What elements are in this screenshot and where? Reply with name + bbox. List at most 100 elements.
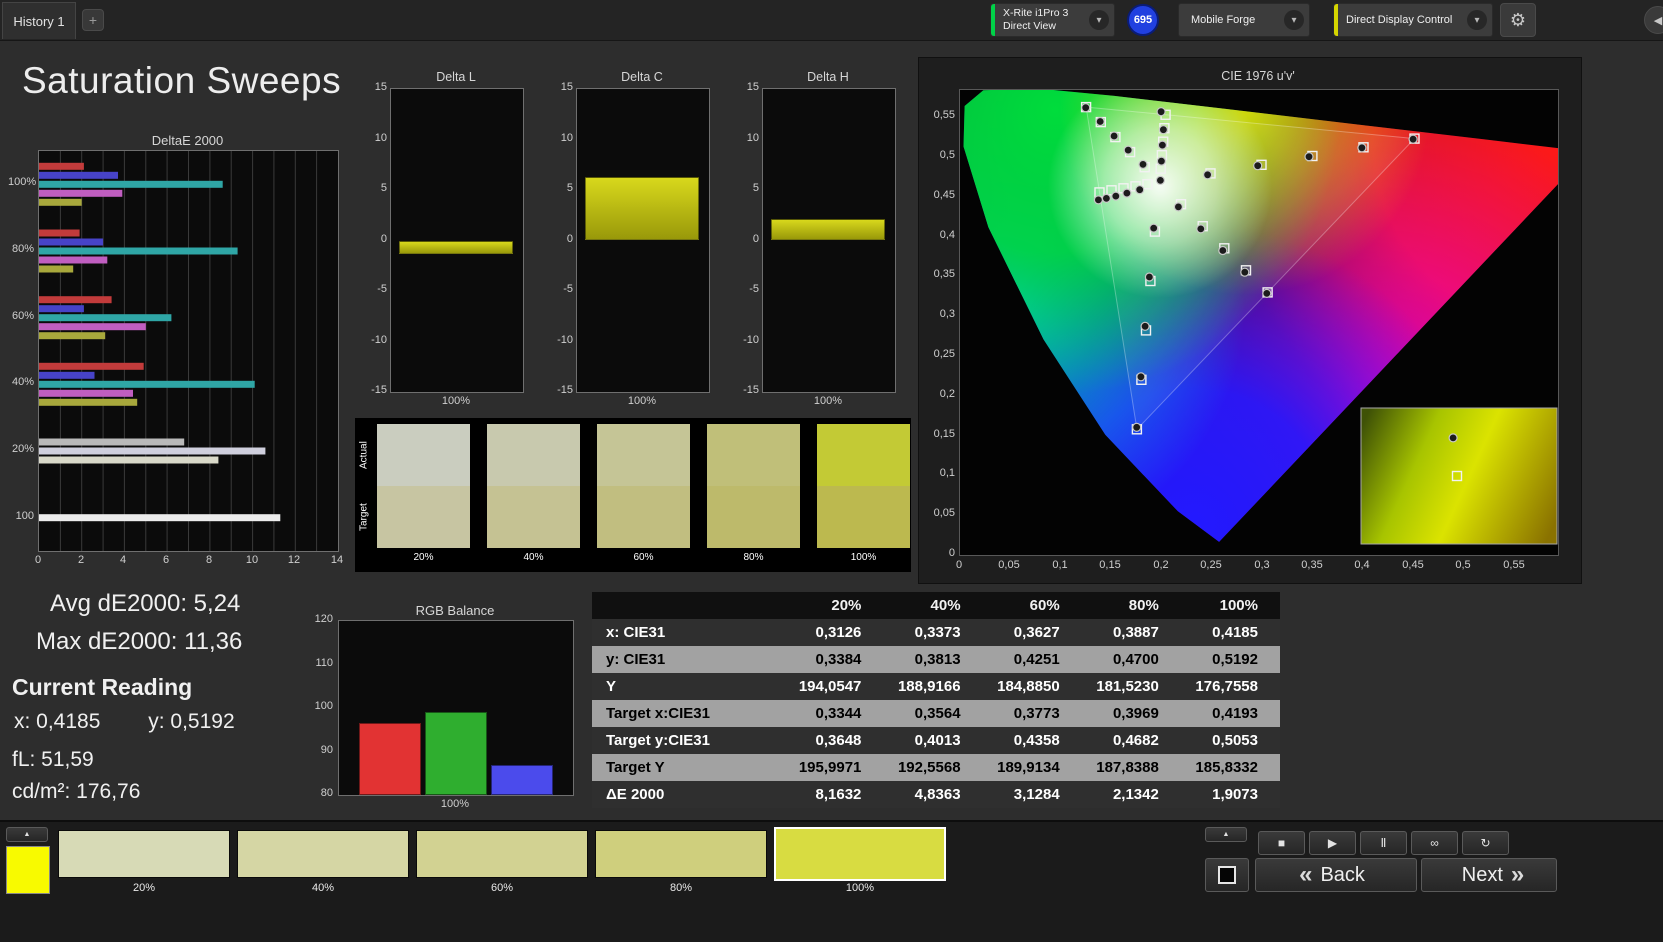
measured-marker <box>1135 185 1145 195</box>
axis-tick-label: 100% <box>627 395 657 407</box>
continuous-button[interactable]: ∞ <box>1411 831 1458 855</box>
play-button[interactable]: ▶ <box>1309 831 1356 855</box>
table-cell: 0,3384 <box>815 651 862 668</box>
saturation-swatch-100%[interactable] <box>774 827 946 881</box>
next-button[interactable]: Next » <box>1421 858 1557 892</box>
pause-button[interactable]: Ⅱ <box>1360 831 1407 855</box>
saturation-swatch-20%[interactable] <box>58 830 230 878</box>
measured-marker <box>1109 131 1119 141</box>
source-dropdown[interactable]: Mobile Forge ▾ <box>1178 3 1310 37</box>
loop-button[interactable]: ↻ <box>1462 831 1509 855</box>
tab-history-1[interactable]: History 1 <box>2 2 76 39</box>
measured-marker <box>1111 191 1121 201</box>
back-button[interactable]: « Back <box>1255 858 1417 892</box>
cie-zoom-inset <box>1360 407 1558 545</box>
axis-tick-label: 60% <box>11 310 34 322</box>
delta-bar <box>585 176 699 241</box>
table-cell: 194,0547 <box>798 678 862 695</box>
measured-marker <box>1304 152 1314 162</box>
meter-label: X-Rite i1Pro 3 Direct View <box>1003 7 1068 33</box>
axis-tick-label: 0 <box>566 233 573 245</box>
de-bar <box>39 323 146 331</box>
table-cell: 0,3373 <box>914 624 961 641</box>
saturation-swatch-80%[interactable] <box>595 830 767 878</box>
chevron-down-icon[interactable]: ▾ <box>1089 10 1109 30</box>
axis-tick-label: 0,05 <box>998 559 1020 571</box>
chevron-down-icon[interactable]: ▾ <box>1467 10 1487 30</box>
axis-tick-label: -10 <box>557 334 573 346</box>
collapse-panel-button[interactable]: ◀ <box>1644 6 1663 34</box>
tab-history-1-label: History 1 <box>13 13 65 29</box>
table-cell: 0,3627 <box>1013 624 1060 641</box>
meter-line2: Direct View <box>1003 20 1056 32</box>
table-cell: 0,5053 <box>1212 732 1258 749</box>
arrow-up-icon: ▲ <box>23 831 31 838</box>
axis-tick-label: 0,45 <box>933 189 955 201</box>
axis-tick-label: 0,15 <box>933 428 955 440</box>
current-reading-label: Current Reading <box>12 674 193 700</box>
stop-icon: ■ <box>1277 836 1286 850</box>
saturation-swatch-40%[interactable] <box>237 830 409 878</box>
table-cell: 0,4700 <box>1112 651 1159 668</box>
target-swatch <box>597 486 690 548</box>
green-bar <box>425 712 487 795</box>
table-cell: 0,3887 <box>1112 624 1159 641</box>
table-cell: 1,9073 <box>1212 786 1258 803</box>
measured-marker <box>1156 156 1166 166</box>
axis-tick-label: -5 <box>749 283 759 295</box>
table-cell: 0,3126 <box>815 624 862 641</box>
collapse-strip-left-button[interactable]: ▲ <box>6 827 48 842</box>
de-bar <box>39 256 108 264</box>
saturation-swatch-60%[interactable] <box>416 830 588 878</box>
table-cell: 3,1284 <box>1013 786 1060 803</box>
de-bar <box>39 380 255 388</box>
settings-button[interactable]: ⚙ <box>1500 3 1536 37</box>
stop-button[interactable]: ■ <box>1258 831 1305 855</box>
delta-c-chart: Delta C 15 10 5 0 -5 -10 -15 100% <box>554 70 710 415</box>
axis-tick-label: 12 <box>287 554 301 566</box>
current-y: y: 0,5192 <box>148 710 235 733</box>
display-control-dropdown[interactable]: Direct Display Control ▾ <box>1333 3 1493 37</box>
add-tab-button[interactable]: + <box>82 9 104 31</box>
table-row-label: Y <box>606 678 617 695</box>
swatch-column-label: 40% <box>523 552 544 563</box>
axis-tick-label: 0,5 <box>1455 559 1471 571</box>
rgb-balance-chart: RGB Balance 120 110 100 90 80 100% <box>305 598 583 812</box>
delta-l-chart: Delta L 15 10 5 0 -5 -10 -15 100% <box>368 70 524 415</box>
chevron-down-icon[interactable]: ▾ <box>1284 10 1304 30</box>
table-row: Target y:CIE31 0,3648 0,4013 0,4358 0,4682 0,… <box>592 727 1280 754</box>
delta-bar <box>399 240 513 254</box>
current-xy: x: 0,4185 y: 0,5192 <box>14 710 235 734</box>
stop-measure-button[interactable] <box>1205 858 1249 892</box>
rgb-balance-plot-area <box>338 620 574 796</box>
de-bar <box>39 456 219 464</box>
de-bar <box>39 305 84 313</box>
axis-tick-label: 0 <box>380 233 387 245</box>
meter-count-badge[interactable]: 695 <box>1127 4 1159 36</box>
measured-marker <box>1448 433 1458 443</box>
axis-tick-label: 0,45 <box>1402 559 1424 571</box>
de-bar <box>39 229 80 237</box>
table-row: Target x:CIE31 0,3344 0,3564 0,3773 0,3969 0,… <box>592 700 1280 727</box>
delta-bar <box>771 219 885 241</box>
axis-tick-label: 0 <box>34 554 42 566</box>
blue-bar <box>491 764 553 795</box>
de-bar <box>39 265 74 273</box>
axis-tick-label: 14 <box>330 554 344 566</box>
axis-tick-label: 0,1 <box>1052 559 1068 571</box>
measured-marker <box>1158 125 1168 135</box>
axis-tick-label: 10 <box>374 132 387 144</box>
axis-tick-label: 100% <box>441 395 471 407</box>
axis-tick-label: 5 <box>752 182 759 194</box>
table-cell: 181,5230 <box>1096 678 1159 695</box>
actual-swatch <box>597 424 690 486</box>
source-label: Mobile Forge <box>1191 14 1256 26</box>
table-cell: 0,3648 <box>815 732 862 749</box>
chart-title: DeltaE 2000 <box>151 133 224 148</box>
chevrons-right-icon: » <box>1510 861 1525 888</box>
meter-dropdown[interactable]: X-Rite i1Pro 3 Direct View ▾ <box>990 3 1115 37</box>
collapse-strip-right-button[interactable]: ▲ <box>1205 827 1247 842</box>
table-cell: 187,8388 <box>1096 759 1159 776</box>
actual-row-label: Actual <box>358 441 370 469</box>
table-cell: 0,4185 <box>1212 624 1258 641</box>
